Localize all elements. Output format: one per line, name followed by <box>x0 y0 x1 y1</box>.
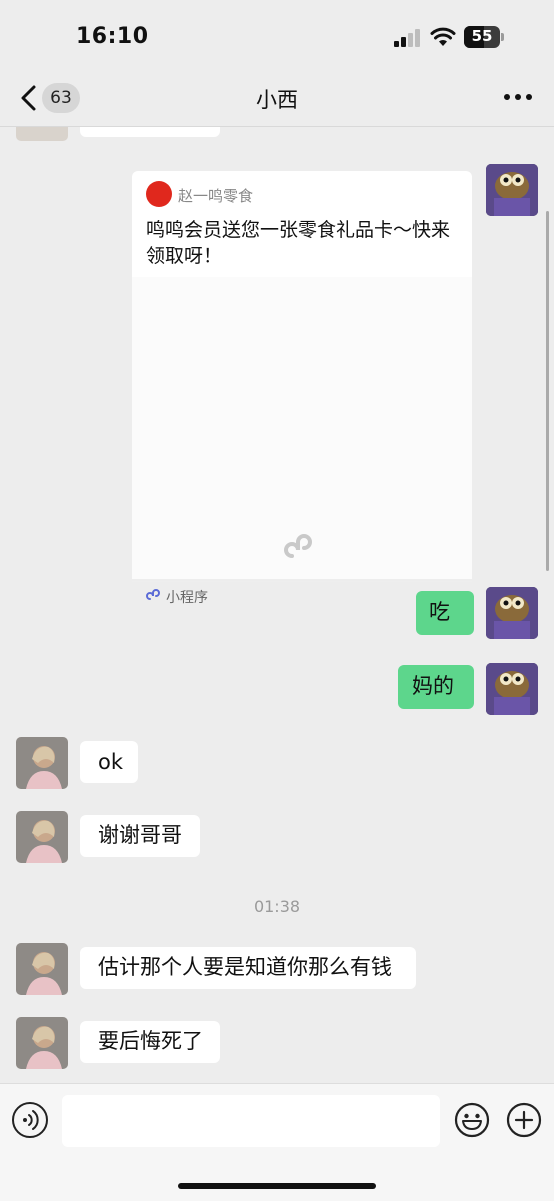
my-avatar[interactable] <box>486 663 538 715</box>
message-text: ok <box>98 750 124 774</box>
contact-avatar[interactable] <box>16 811 68 863</box>
message-bubble-partial[interactable] <box>80 127 220 137</box>
my-avatar[interactable] <box>486 587 538 639</box>
avatar-image <box>16 943 68 995</box>
chat-timestamp: 01:38 <box>253 897 301 916</box>
chat-title: 小西 <box>256 88 298 112</box>
signal-icon <box>394 29 420 47</box>
contact-avatar[interactable] <box>16 127 68 141</box>
message-bubble-sent[interactable]: 吃 <box>416 591 474 635</box>
mini-program-card[interactable]: 赵一鸣零食 鸣鸣会员送您一张零食礼品卡～快来领取呀！ 小程序 <box>132 171 472 606</box>
message-bubble-received[interactable]: 估计那个人要是知道你那么有钱 <box>80 947 416 989</box>
status-bar: 16:10 55 <box>0 0 554 72</box>
voice-icon[interactable] <box>12 1102 48 1138</box>
my-avatar[interactable] <box>486 164 538 216</box>
message-text: 妈的 <box>412 674 454 698</box>
contact-avatar[interactable] <box>16 943 68 995</box>
message-text: 吃 <box>429 600 450 624</box>
emoji-icon[interactable] <box>454 1102 490 1138</box>
avatar-image <box>486 164 538 216</box>
brand-logo-icon <box>146 181 172 207</box>
avatar-image <box>486 587 538 639</box>
avatar-image <box>16 1017 68 1069</box>
message-bubble-sent[interactable]: 妈的 <box>398 665 474 709</box>
message-bubble-received[interactable]: ok <box>80 741 138 783</box>
battery-icon: 55 <box>464 26 506 48</box>
mini-program-placeholder-icon <box>284 534 312 558</box>
message-text: 谢谢哥哥 <box>98 823 182 847</box>
wifi-icon <box>430 27 456 46</box>
contact-avatar[interactable] <box>16 1017 68 1069</box>
scrollbar[interactable] <box>546 211 549 571</box>
message-bubble-received[interactable]: 要后悔死了 <box>80 1021 220 1063</box>
card-thumbnail <box>132 277 472 579</box>
card-brand: 赵一鸣零食 <box>178 187 254 205</box>
contact-avatar[interactable] <box>16 737 68 789</box>
avatar-image <box>16 811 68 863</box>
status-time: 16:10 <box>76 24 149 49</box>
card-description: 鸣鸣会员送您一张零食礼品卡～快来领取呀！ <box>146 219 451 267</box>
message-text: 要后悔死了 <box>98 1029 203 1053</box>
mini-program-icon <box>146 589 160 600</box>
avatar-image <box>16 737 68 789</box>
message-bubble-received[interactable]: 谢谢哥哥 <box>80 815 200 857</box>
chat-header: 63 小西 <box>0 72 554 127</box>
plus-icon[interactable] <box>506 1102 542 1138</box>
avatar-image <box>486 663 538 715</box>
battery-level: 55 <box>471 27 493 45</box>
message-text: 估计那个人要是知道你那么有钱 <box>98 955 392 979</box>
more-icon[interactable] <box>504 94 532 102</box>
message-input[interactable] <box>62 1095 440 1147</box>
home-indicator <box>178 1183 376 1189</box>
card-footer-label: 小程序 <box>166 590 208 606</box>
message-list[interactable]: 赵一鸣零食 鸣鸣会员送您一张零食礼品卡～快来领取呀！ 小程序 吃 妈的 ok 谢… <box>0 127 554 1083</box>
